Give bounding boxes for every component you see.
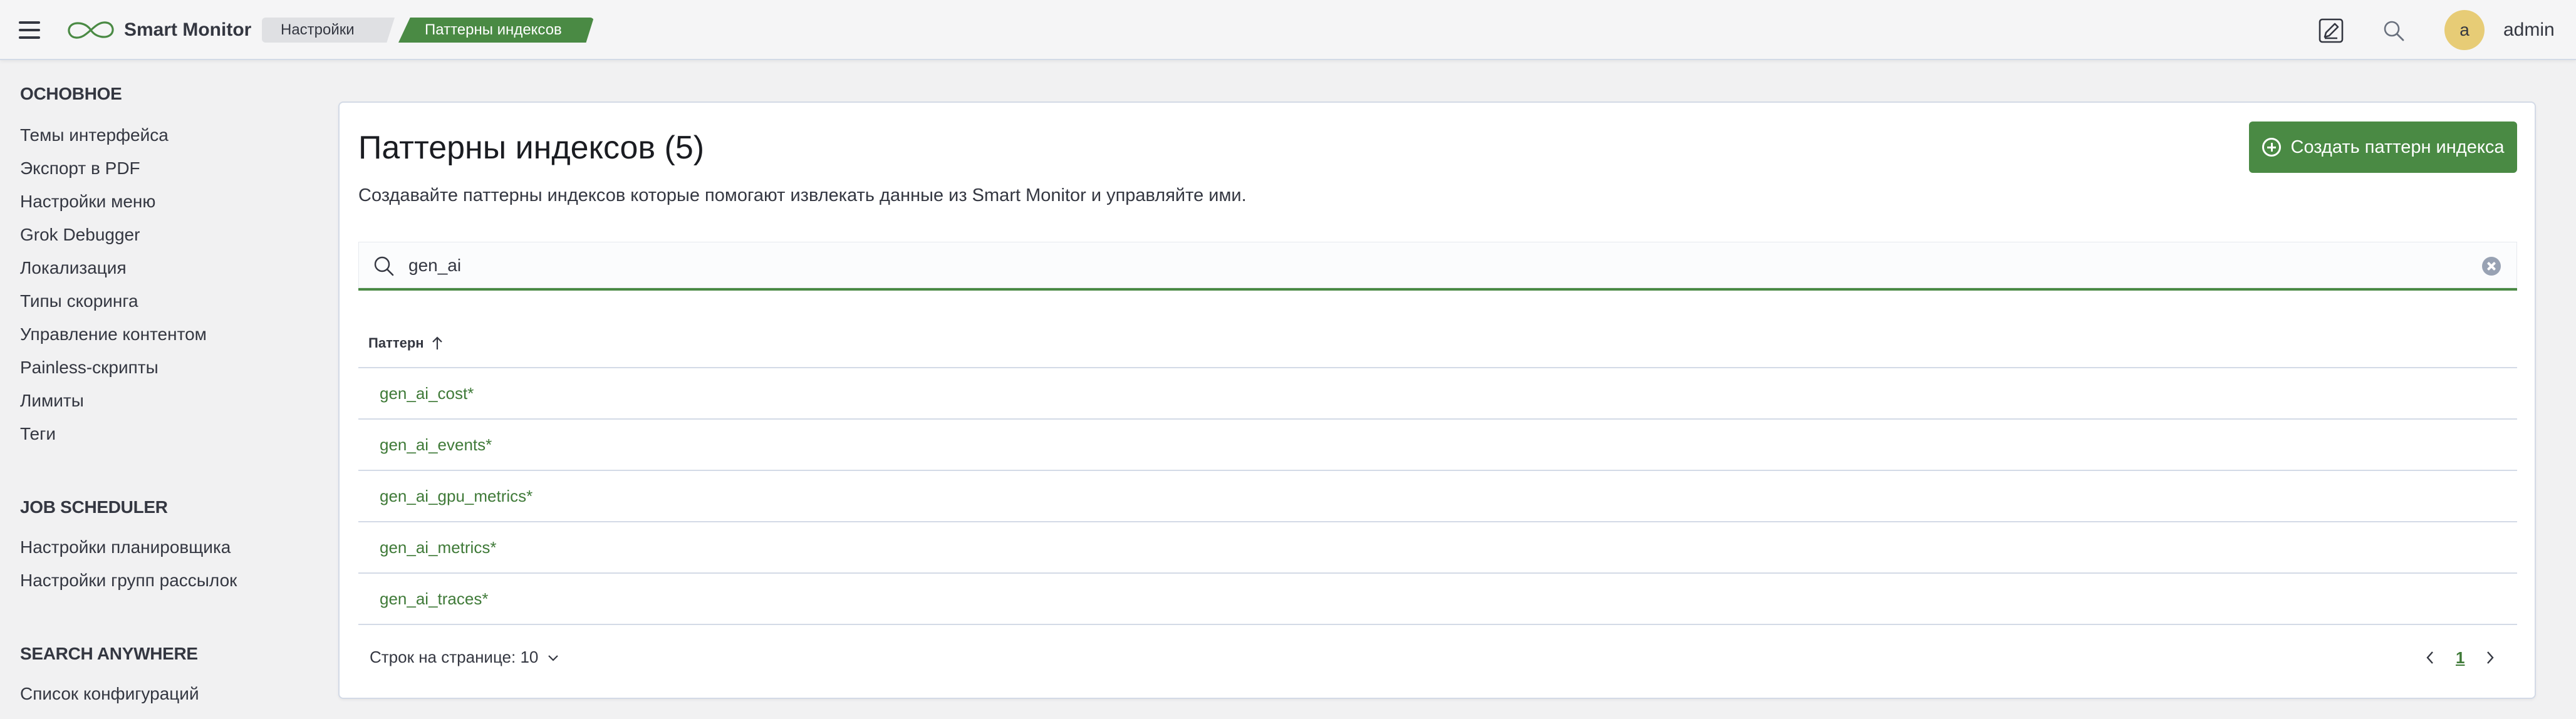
sidebar-item-tags[interactable]: Теги: [20, 424, 56, 444]
chevron-right-icon[interactable]: [2483, 648, 2497, 667]
chevron-down-icon: [548, 654, 559, 661]
sidebar-item-mailing-groups[interactable]: Настройки групп рассылок: [20, 571, 237, 591]
pattern-link[interactable]: gen_ai_cost*: [380, 384, 474, 403]
index-patterns-table: Паттерн gen_ai_cost* gen_ai_events* gen_…: [358, 319, 2517, 625]
sidebar: ОСНОВНОЕ Темы интерфейса Экспорт в PDF Н…: [0, 60, 326, 719]
menu-icon[interactable]: [19, 21, 40, 39]
table-row: gen_ai_cost*: [358, 368, 2517, 420]
table-row: gen_ai_metrics*: [358, 522, 2517, 574]
page-title: Паттерны индексов (5): [358, 130, 705, 166]
search-input[interactable]: [408, 251, 2451, 281]
table-row: gen_ai_gpu_metrics*: [358, 471, 2517, 522]
sidebar-heading-main: ОСНОВНОЕ: [20, 84, 122, 103]
page-number[interactable]: 1: [2456, 648, 2464, 668]
sidebar-item-painless-scripts[interactable]: Painless-скрипты: [20, 358, 158, 378]
sidebar-item-grok-debugger[interactable]: Grok Debugger: [20, 225, 140, 245]
pattern-link[interactable]: gen_ai_events*: [380, 435, 492, 455]
index-patterns-panel: Паттерны индексов (5) Создавайте паттерн…: [338, 101, 2536, 699]
sidebar-item-themes[interactable]: Темы интерфейса: [20, 125, 169, 145]
search-icon: [374, 256, 394, 276]
column-header-label: Паттерн: [368, 335, 424, 351]
create-index-pattern-label: Создать паттерн индекса: [2290, 137, 2505, 157]
logo-icon: [68, 21, 114, 39]
sidebar-item-limits[interactable]: Лимиты: [20, 391, 84, 411]
table-row: gen_ai_traces*: [358, 574, 2517, 625]
sidebar-item-scheduler-settings[interactable]: Настройки планировщика: [20, 537, 231, 557]
pattern-link[interactable]: gen_ai_metrics*: [380, 538, 496, 557]
brand-name[interactable]: Smart Monitor: [124, 19, 251, 41]
plus-circle-icon: [2262, 138, 2281, 157]
sidebar-item-menu-settings[interactable]: Настройки меню: [20, 192, 155, 212]
rows-per-page-label: Строк на странице: 10: [370, 648, 539, 666]
chevron-left-icon[interactable]: [2423, 648, 2437, 667]
clear-search-icon[interactable]: [2482, 257, 2501, 276]
sidebar-item-scoring-types[interactable]: Типы скоринга: [20, 291, 138, 311]
sidebar-item-localization[interactable]: Локализация: [20, 258, 127, 278]
sidebar-heading-search-anywhere: SEARCH ANYWHERE: [20, 644, 198, 663]
sort-ascending-icon: [432, 336, 442, 349]
pagination: 1: [2423, 645, 2497, 670]
avatar[interactable]: a: [2444, 10, 2485, 50]
search-icon[interactable]: [2381, 18, 2407, 44]
pattern-link[interactable]: gen_ai_gpu_metrics*: [380, 487, 532, 506]
search-bar[interactable]: [358, 242, 2517, 291]
rows-per-page-select[interactable]: Строк на странице: 10: [370, 648, 559, 667]
top-bar: Smart Monitor Настройки Паттерны индексо…: [0, 0, 2576, 60]
page-description: Создавайте паттерны индексов которые пом…: [358, 185, 1247, 205]
create-index-pattern-button[interactable]: Создать паттерн индекса: [2249, 122, 2517, 173]
pattern-link[interactable]: gen_ai_traces*: [380, 589, 488, 609]
sidebar-item-pdf-export[interactable]: Экспорт в PDF: [20, 158, 140, 178]
column-header-pattern[interactable]: Паттерн: [358, 319, 2517, 368]
sidebar-heading-job-scheduler: JOB SCHEDULER: [20, 497, 168, 517]
sidebar-item-config-list[interactable]: Список конфигураций: [20, 684, 199, 704]
breadcrumb-index-patterns[interactable]: Паттерны индексов: [398, 18, 594, 43]
username[interactable]: admin: [2503, 19, 2555, 41]
table-row: gen_ai_events*: [358, 420, 2517, 471]
notes-icon[interactable]: [2318, 18, 2344, 44]
breadcrumb-settings[interactable]: Настройки: [262, 18, 395, 43]
sidebar-item-content-management[interactable]: Управление контентом: [20, 324, 207, 344]
